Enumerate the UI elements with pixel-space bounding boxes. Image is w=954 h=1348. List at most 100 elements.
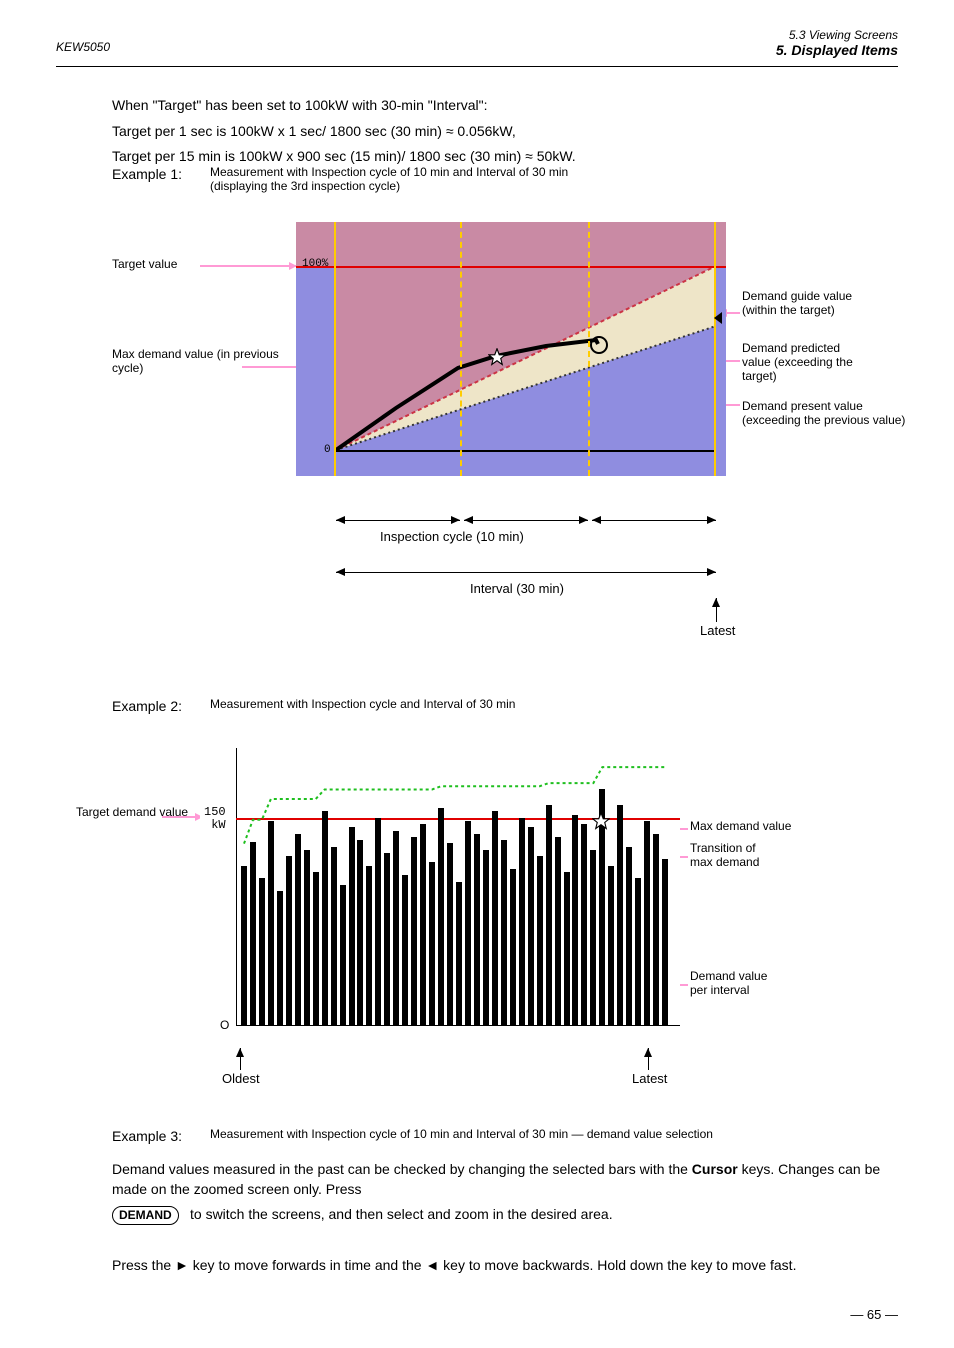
latest-label-1: Latest	[700, 624, 735, 639]
cycle-label: Inspection cycle (10 min)	[380, 530, 524, 545]
bar	[653, 834, 659, 1025]
circle-icon	[590, 336, 608, 354]
fig1-v0	[334, 222, 336, 476]
annot-target: Target value	[112, 258, 177, 272]
fig1-redline	[296, 266, 726, 268]
page: KEW5050 5.3 Viewing Screens 5. Displayed…	[0, 0, 954, 1348]
fig1-regions	[336, 266, 716, 450]
bar	[572, 815, 578, 1025]
intro-2: Target per 1 sec is 100kW x 1 sec/ 1800 …	[112, 122, 898, 142]
bar	[510, 869, 516, 1025]
cycle-arrow-3	[592, 520, 716, 521]
bar	[492, 811, 498, 1025]
bar	[438, 808, 444, 1025]
latest-uparrow-2	[648, 1048, 649, 1070]
bar	[447, 843, 453, 1025]
interval-arrow	[336, 572, 716, 573]
fig1-0pct: 0	[324, 444, 331, 456]
page-number: — 65 —	[850, 1307, 898, 1322]
figure1: 100% 0	[296, 222, 726, 476]
tail-p1: Demand values measured in the past can b…	[112, 1160, 898, 1199]
fig1-v3	[714, 222, 716, 476]
bar	[546, 805, 552, 1025]
intro-3: Target per 15 min is 100kW x 900 sec (15…	[112, 147, 898, 167]
interval-label: Interval (30 min)	[470, 582, 564, 597]
bar	[581, 824, 587, 1025]
fig1-baseline	[334, 450, 714, 452]
bar	[465, 821, 471, 1025]
header-model: KEW5050	[56, 40, 110, 54]
arrow-target	[200, 265, 296, 267]
header-rule	[56, 66, 898, 67]
header-section: 5.3 Viewing Screens 5. Displayed Items	[776, 28, 898, 58]
bar	[313, 872, 319, 1025]
annot-predicted: Demand predicted value (exceeding the ta…	[742, 342, 912, 383]
fig2-ylabel: 150 kW	[204, 806, 226, 831]
bar	[474, 834, 480, 1025]
bar	[340, 885, 346, 1025]
example3-caption: Measurement with Inspection cycle of 10 …	[210, 1128, 898, 1142]
annot2-max: Max demand value	[690, 820, 791, 834]
annot2-transition: Transition of max demand	[690, 842, 759, 870]
intro-1: When "Target" has been set to 100kW with…	[112, 96, 898, 116]
fig1-100pct: 100%	[302, 258, 328, 270]
bar	[384, 853, 390, 1025]
bar	[241, 866, 247, 1025]
bar	[420, 824, 426, 1025]
tail-p2: to switch the screens, and then select a…	[190, 1205, 898, 1225]
bar	[555, 837, 561, 1025]
bar	[250, 842, 256, 1025]
bar	[366, 866, 372, 1025]
example2-caption: Measurement with Inspection cycle and In…	[210, 698, 898, 712]
header-line2: 5. Displayed Items	[776, 42, 898, 58]
fig1-v1	[460, 222, 462, 476]
bar	[429, 862, 435, 1025]
fig1-v2	[588, 222, 590, 476]
cycle-arrow-2	[464, 520, 588, 521]
bar	[564, 872, 570, 1025]
bar	[519, 818, 525, 1025]
annot-guide-ok: Demand guide value (within the target)	[742, 290, 902, 318]
bar	[349, 827, 355, 1025]
latest-label-2: Latest	[632, 1072, 667, 1087]
figure2: 150 kW O	[200, 748, 680, 1048]
bar	[295, 834, 301, 1025]
oldest-label: Oldest	[222, 1072, 260, 1087]
bar	[456, 882, 462, 1025]
fig2-bars	[240, 748, 670, 1025]
triangle-icon	[714, 312, 722, 324]
bar	[635, 878, 641, 1025]
example1-caption: Measurement with Inspection cycle of 10 …	[210, 166, 898, 194]
arrow2-target	[162, 816, 202, 818]
bar	[483, 850, 489, 1025]
bar	[501, 840, 507, 1025]
intro-block: When "Target" has been set to 100kW with…	[112, 96, 898, 173]
annot-present: Demand present value (exceeding the prev…	[742, 400, 922, 428]
bar	[617, 805, 623, 1025]
bar	[608, 866, 614, 1025]
example2-label: Example 2:	[112, 698, 182, 714]
bar	[304, 850, 310, 1025]
tail-p3: Press the ► key to move forwards in time…	[112, 1256, 898, 1276]
example3-label: Example 3:	[112, 1128, 182, 1144]
bar	[357, 840, 363, 1025]
cycle-arrow-1	[336, 520, 460, 521]
bar	[286, 856, 292, 1025]
fig2-yaxis	[236, 748, 237, 1026]
fig2-xaxis	[236, 1025, 680, 1026]
annot2-bar: Demand value per interval	[690, 970, 767, 998]
bar	[644, 821, 650, 1025]
bar	[331, 847, 337, 1026]
bar	[590, 850, 596, 1025]
bar	[375, 818, 381, 1025]
header-line1: 5.3 Viewing Screens	[776, 28, 898, 42]
bar	[528, 827, 534, 1025]
latest-uparrow-1	[716, 598, 717, 622]
annot-max: Max demand value (in previous cycle)	[112, 348, 282, 376]
bar	[322, 811, 328, 1025]
bar	[393, 831, 399, 1025]
bar	[259, 878, 265, 1025]
demand-button[interactable]: DEMAND	[112, 1206, 179, 1225]
bar	[411, 837, 417, 1025]
bar	[268, 821, 274, 1025]
